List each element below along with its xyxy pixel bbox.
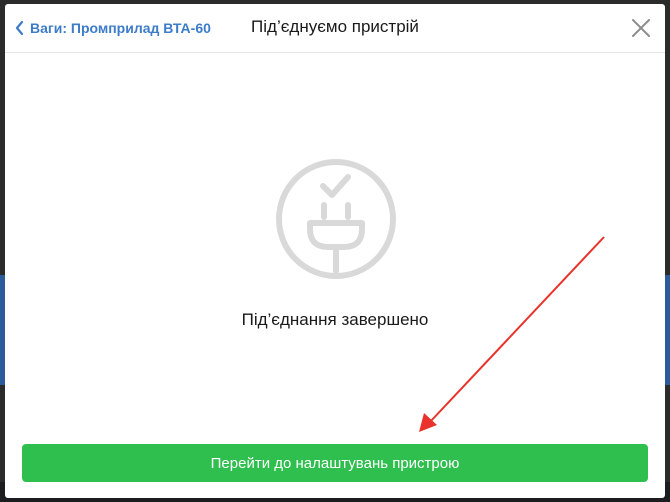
back-link[interactable]: Ваги: Промприлад ВТА-60 [15, 17, 211, 39]
plug-connected-icon [276, 159, 396, 279]
back-link-label: Ваги: Промприлад ВТА-60 [30, 20, 211, 36]
connect-device-modal: Ваги: Промприлад ВТА-60 Під’єднуємо прис… [5, 4, 665, 498]
go-to-device-settings-button[interactable]: Перейти до налаштувань пристрою [22, 444, 648, 482]
close-icon [632, 19, 650, 37]
chevron-left-icon [15, 21, 24, 35]
connection-status-text: Під’єднання завершено [241, 310, 429, 329]
modal-header: Ваги: Промприлад ВТА-60 Під’єднуємо прис… [5, 4, 665, 53]
modal-title: Під’єднуємо пристрій [251, 17, 419, 36]
close-button[interactable] [631, 18, 651, 38]
